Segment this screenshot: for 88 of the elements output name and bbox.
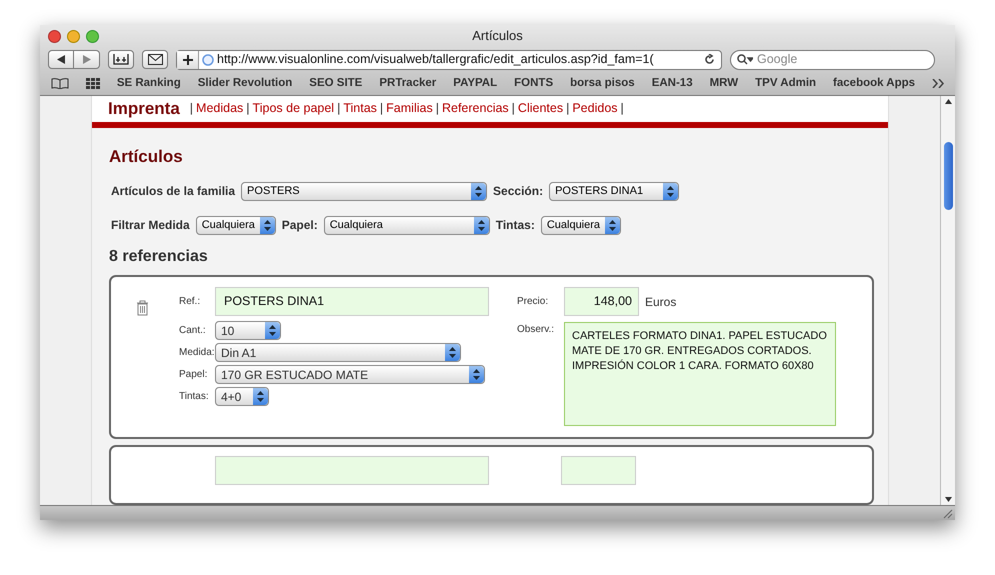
stepper-arrows-icon [445, 344, 460, 361]
bookmark-link[interactable]: SEO SITE [309, 74, 362, 92]
bookmark-link[interactable]: Slider Revolution [198, 74, 292, 92]
separator-text: | [246, 100, 250, 118]
field-label: Observ.: [517, 323, 556, 337]
bookmark-link[interactable]: PAYPAL [453, 74, 498, 92]
nav-link[interactable]: Clientes [518, 99, 564, 118]
scroll-down-arrow-icon[interactable] [944, 497, 952, 502]
separator-text: | [380, 100, 384, 118]
bookmark-link[interactable]: TPV Admin [755, 74, 816, 92]
bookmark-link[interactable]: borsa pisos [570, 74, 635, 92]
select-field[interactable]: Cualquiera [196, 216, 276, 234]
stepper-arrows-icon [260, 216, 275, 234]
select-field[interactable]: Cualquiera [540, 216, 621, 234]
chevron-double-icon[interactable] [932, 79, 944, 88]
stepper-arrows-icon [471, 182, 486, 200]
bookmark-link[interactable]: PRTracker [379, 74, 436, 92]
bookmark-link[interactable]: facebook Apps [833, 74, 916, 92]
select-field[interactable]: Cualquiera [324, 216, 490, 234]
select-field[interactable]: 10 [215, 321, 281, 340]
notes-field[interactable]: CARTELES FORMATO DINA1. PAPEL ESTUCADO MATE DE 170 GR. ENTREGADOS CORTADOS. IMPRESIÓN COLOR 1 CARA. FORMATO 60X80 [564, 322, 836, 426]
currency-text: Euros [645, 294, 676, 310]
page-heading: Artículos [109, 146, 184, 168]
price-field[interactable] [561, 456, 636, 485]
price-field[interactable]: 148,00 [564, 287, 639, 316]
nav-link[interactable]: Referencias [442, 99, 509, 118]
filter-label: Papel: [282, 217, 318, 234]
separator-text: | [512, 100, 515, 118]
field-label: Medida: [179, 346, 215, 360]
select-field[interactable]: 170 GR ESTUCADO MATE [215, 365, 485, 384]
scroll-thumb[interactable] [944, 142, 952, 210]
stepper-arrows-icon [265, 322, 280, 339]
field-label: Precio: [517, 295, 550, 309]
nav-link[interactable]: Tintas [343, 99, 377, 118]
search-icon [737, 54, 753, 65]
window-title: Artículos [472, 27, 523, 46]
stepper-arrows-icon [604, 216, 620, 234]
field-label: Papel: [179, 368, 208, 382]
back-arrow-icon [57, 55, 65, 64]
select-field[interactable]: 4+0 [215, 387, 269, 406]
grid-icon[interactable] [86, 78, 100, 89]
field-label: Tintas: [179, 390, 210, 404]
stepper-arrows-icon [474, 216, 489, 234]
separator-text: | [436, 100, 439, 118]
reference-field[interactable]: POSTERS DINA1 [215, 287, 489, 316]
nav-link[interactable]: Medidas [196, 99, 244, 118]
reference-field[interactable] [215, 456, 489, 485]
result-count: 8 referencias [109, 247, 209, 267]
forward-button[interactable] [74, 50, 100, 69]
minimize-icon[interactable] [67, 30, 80, 42]
bookmark-link[interactable]: FONTS [514, 74, 554, 92]
close-icon[interactable] [48, 30, 61, 42]
envelope-icon [148, 54, 162, 65]
trash-icon[interactable] [136, 300, 149, 316]
bookmark-link[interactable]: EAN-13 [652, 74, 693, 92]
select-field[interactable]: POSTERS [241, 182, 488, 200]
filter-label: Artículos de la familia [111, 183, 236, 200]
back-button[interactable] [48, 50, 74, 69]
bookmark-add-icon [113, 54, 129, 65]
search-field[interactable]: Google [730, 50, 935, 70]
separator-text: | [337, 100, 340, 118]
stepper-arrows-icon [469, 366, 484, 383]
scrollbar[interactable] [940, 96, 955, 505]
select-field[interactable]: POSTERS DINA1 [549, 182, 680, 200]
mail-button[interactable] [142, 50, 168, 69]
add-bookmark-button[interactable] [108, 50, 134, 69]
separator-text: | [566, 100, 570, 118]
bookmark-link[interactable]: SE Ranking [116, 74, 181, 92]
nav-link[interactable]: Tipos de papel [252, 99, 334, 118]
resize-grip-icon[interactable] [941, 507, 953, 519]
field-label: Ref.: [179, 295, 202, 309]
field-label: Cant.: [179, 324, 207, 338]
filter-label: Tintas: [496, 217, 535, 234]
scroll-up-arrow-icon[interactable] [944, 99, 952, 104]
zoom-icon[interactable] [86, 30, 99, 42]
bookmark-link[interactable]: MRW [710, 74, 738, 92]
stepper-arrows-icon [253, 388, 268, 405]
separator-text: | [620, 100, 624, 118]
open-book-icon[interactable] [51, 78, 69, 89]
filter-label: Filtrar Medida [111, 217, 190, 234]
forward-arrow-icon [82, 55, 90, 64]
nav-link[interactable]: Familias [386, 99, 433, 118]
site-logo: Imprenta [108, 98, 180, 120]
stepper-arrows-icon [663, 182, 678, 200]
select-field[interactable]: Din A1 [215, 343, 461, 362]
separator-text: | [190, 100, 194, 118]
nav-link[interactable]: Pedidos [572, 99, 618, 118]
filter-label: Sección: [493, 183, 544, 200]
